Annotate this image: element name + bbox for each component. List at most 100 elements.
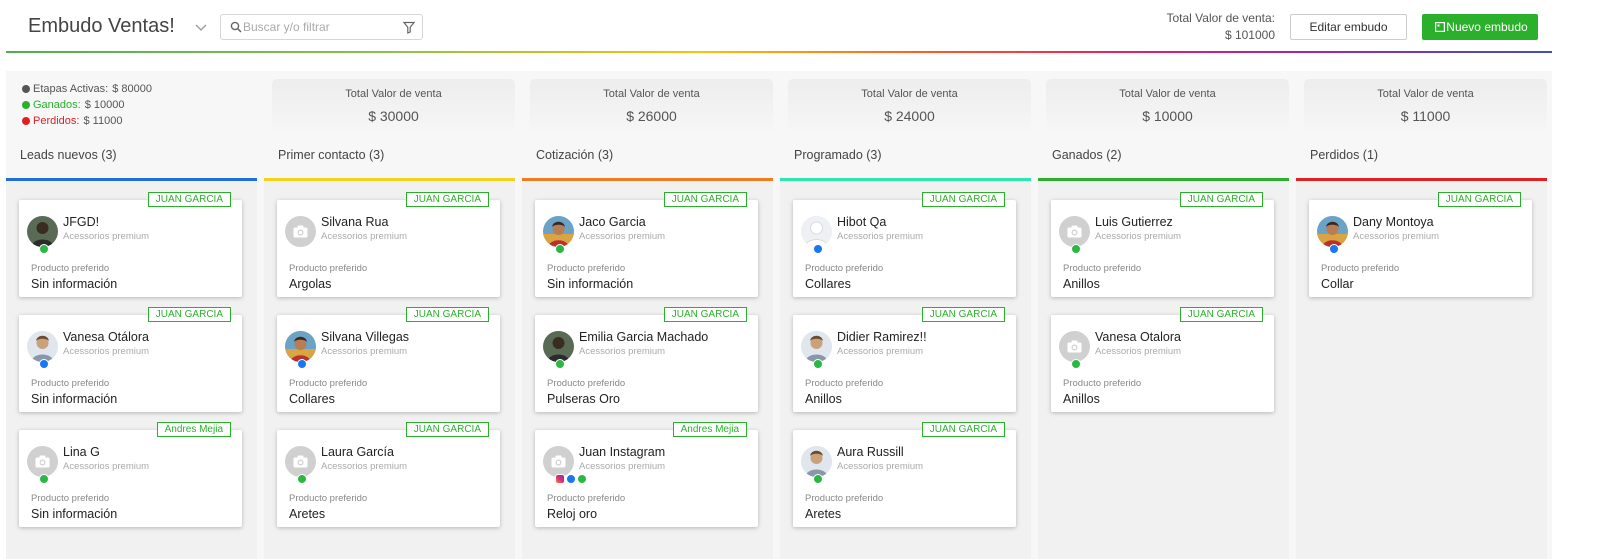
stage-title[interactable]: Cotización (3) (536, 148, 613, 162)
lead-name: Jaco Garcia (579, 215, 646, 229)
avatar (801, 331, 832, 362)
whatsapp-icon (555, 244, 565, 254)
stage-total-label: Total Valor de venta (861, 88, 958, 100)
messenger-icon (813, 244, 823, 254)
lead-company: Acessorios premium (579, 461, 666, 472)
lead-name: Juan Instagram (579, 445, 666, 459)
lead-name: Vanesa Otalora (1095, 330, 1181, 344)
lead-card[interactable]: JUAN GARCIA Aura Russill Acessorios premiu… (793, 422, 1016, 527)
product-value: Collares (289, 392, 335, 406)
whatsapp-icon (297, 474, 307, 484)
stage-title[interactable]: Programado (3) (794, 148, 882, 162)
lead-company: Acessorios premium (837, 231, 924, 242)
lead-company: Acessorios premium (1095, 346, 1182, 357)
stage-column: Leads nuevos (3) JUAN GARCIA JFGD! Acessori… (6, 79, 257, 559)
product-value: Sin información (31, 392, 118, 406)
channel-icons (555, 359, 565, 369)
product-label: Producto preferido (1063, 378, 1142, 389)
edit-funnel-button[interactable]: Editar embudo (1290, 14, 1407, 40)
whatsapp-icon (1071, 359, 1081, 369)
total-sales-value: $ 101000 (1224, 28, 1275, 42)
product-label: Producto preferido (31, 378, 110, 389)
avatar-placeholder (285, 216, 316, 247)
lead-company: Acessorios premium (579, 346, 666, 357)
lead-card[interactable]: JUAN GARCIA Hibot Qa Acessorios premium Pro… (793, 192, 1016, 297)
stage-title[interactable]: Ganados (2) (1052, 148, 1121, 162)
lead-card[interactable]: JUAN GARCIA Emilia Garcia Machado Acessori… (535, 307, 758, 412)
avatar-placeholder (285, 446, 316, 477)
camera-icon (1067, 340, 1082, 353)
camera-icon (293, 225, 308, 238)
lead-name: Emilia Garcia Machado (579, 330, 709, 344)
lead-name: Hibot Qa (837, 215, 887, 229)
lead-name: Aura Russill (837, 445, 904, 459)
product-value: Sin información (547, 277, 634, 291)
product-label: Producto preferido (547, 493, 626, 504)
lead-card[interactable]: JUAN GARCIA Silvana Villegas Acessorios pr… (277, 307, 500, 412)
lead-card[interactable]: Andres Mejia Lina G Acessorios premium Prod… (19, 422, 242, 527)
product-value: Aretes (805, 507, 842, 521)
stage-title[interactable]: Primer contacto (3) (278, 148, 384, 162)
stage-total-box: Total Valor de venta $ 24000 (788, 79, 1031, 131)
messenger-icon (297, 359, 307, 369)
stage-column: Total Valor de venta $ 24000 Programado (3… (780, 79, 1031, 559)
product-label: Producto preferido (805, 378, 884, 389)
avatar (801, 446, 832, 477)
camera-icon (35, 455, 50, 468)
owner-badge: JUAN GARCIA (405, 192, 489, 207)
stage-column: Total Valor de venta $ 10000 Ganados (2) JU… (1038, 79, 1289, 559)
lead-company: Acessorios premium (579, 231, 666, 242)
owner-badge: JUAN GARCIA (921, 192, 1005, 207)
product-label: Producto preferido (547, 378, 626, 389)
avatar-placeholder (543, 446, 574, 477)
chevron-down-icon[interactable] (194, 20, 208, 34)
whatsapp-icon (39, 244, 49, 254)
lead-company: Acessorios premium (63, 231, 150, 242)
search-icon (230, 21, 242, 33)
lead-card[interactable]: JUAN GARCIA Silvana Rua Acessorios premium… (277, 192, 500, 297)
lead-name: Luis Gutierrez (1095, 215, 1173, 229)
lead-card[interactable]: JUAN GARCIA JFGD! Acessorios premium Produc… (19, 192, 242, 297)
search-input[interactable] (243, 17, 393, 37)
search-box[interactable] (220, 14, 423, 40)
stage-total-value: $ 11000 (1400, 108, 1451, 124)
stage-title[interactable]: Perdidos (1) (1310, 148, 1378, 162)
whatsapp-icon (39, 474, 49, 484)
new-funnel-button[interactable]: Nuevo embudo (1422, 14, 1538, 40)
stage-title[interactable]: Leads nuevos (3) (20, 148, 117, 162)
lead-name: Vanesa Otálora (63, 330, 149, 344)
lead-card[interactable]: JUAN GARCIA Luis Gutierrez Acessorios prem… (1051, 192, 1274, 297)
product-value: Sin información (31, 507, 118, 521)
product-value: Argolas (289, 277, 332, 291)
product-value: Pulseras Oro (547, 392, 620, 406)
lead-card[interactable]: Andres Mejia Juan Instagram Acessorios pre… (535, 422, 758, 527)
channel-icons (813, 244, 823, 254)
product-label: Producto preferido (1063, 263, 1142, 274)
stage-total-value: $ 10000 (1142, 108, 1193, 124)
product-value: Aretes (289, 507, 326, 521)
product-label: Producto preferido (547, 263, 626, 274)
filter-icon[interactable] (403, 21, 415, 34)
stage-total-value: $ 26000 (626, 108, 677, 124)
lead-card[interactable]: JUAN GARCIA Laura García Acessorios premiu… (277, 422, 500, 527)
lead-card[interactable]: JUAN GARCIA Vanesa Otalora Acessorios prem… (1051, 307, 1274, 412)
channel-icons (297, 474, 307, 484)
stage-column: Total Valor de venta $ 11000 Perdidos (1) J… (1296, 79, 1547, 559)
avatar (1317, 216, 1348, 247)
avatar-placeholder (27, 446, 58, 477)
owner-badge: JUAN GARCIA (921, 307, 1005, 322)
avatar-placeholder (1059, 216, 1090, 247)
owner-badge: JUAN GARCIA (1179, 192, 1263, 207)
whatsapp-icon (1071, 244, 1081, 254)
product-label: Producto preferido (805, 493, 884, 504)
avatar (27, 216, 58, 247)
product-label: Producto preferido (31, 493, 110, 504)
messenger-icon (1329, 244, 1339, 254)
lead-card[interactable]: JUAN GARCIA Vanesa Otálora Acessorios prem… (19, 307, 242, 412)
lead-card[interactable]: JUAN GARCIA Dany Montoya Acessorios premiu… (1309, 192, 1532, 297)
lead-card[interactable]: JUAN GARCIA Jaco Garcia Acessorios premium… (535, 192, 758, 297)
lead-card[interactable]: JUAN GARCIA Didier Ramirez!! Acessorios pr… (793, 307, 1016, 412)
avatar (543, 331, 574, 362)
lead-company: Acessorios premium (837, 346, 924, 357)
product-label: Producto preferido (1321, 263, 1400, 274)
